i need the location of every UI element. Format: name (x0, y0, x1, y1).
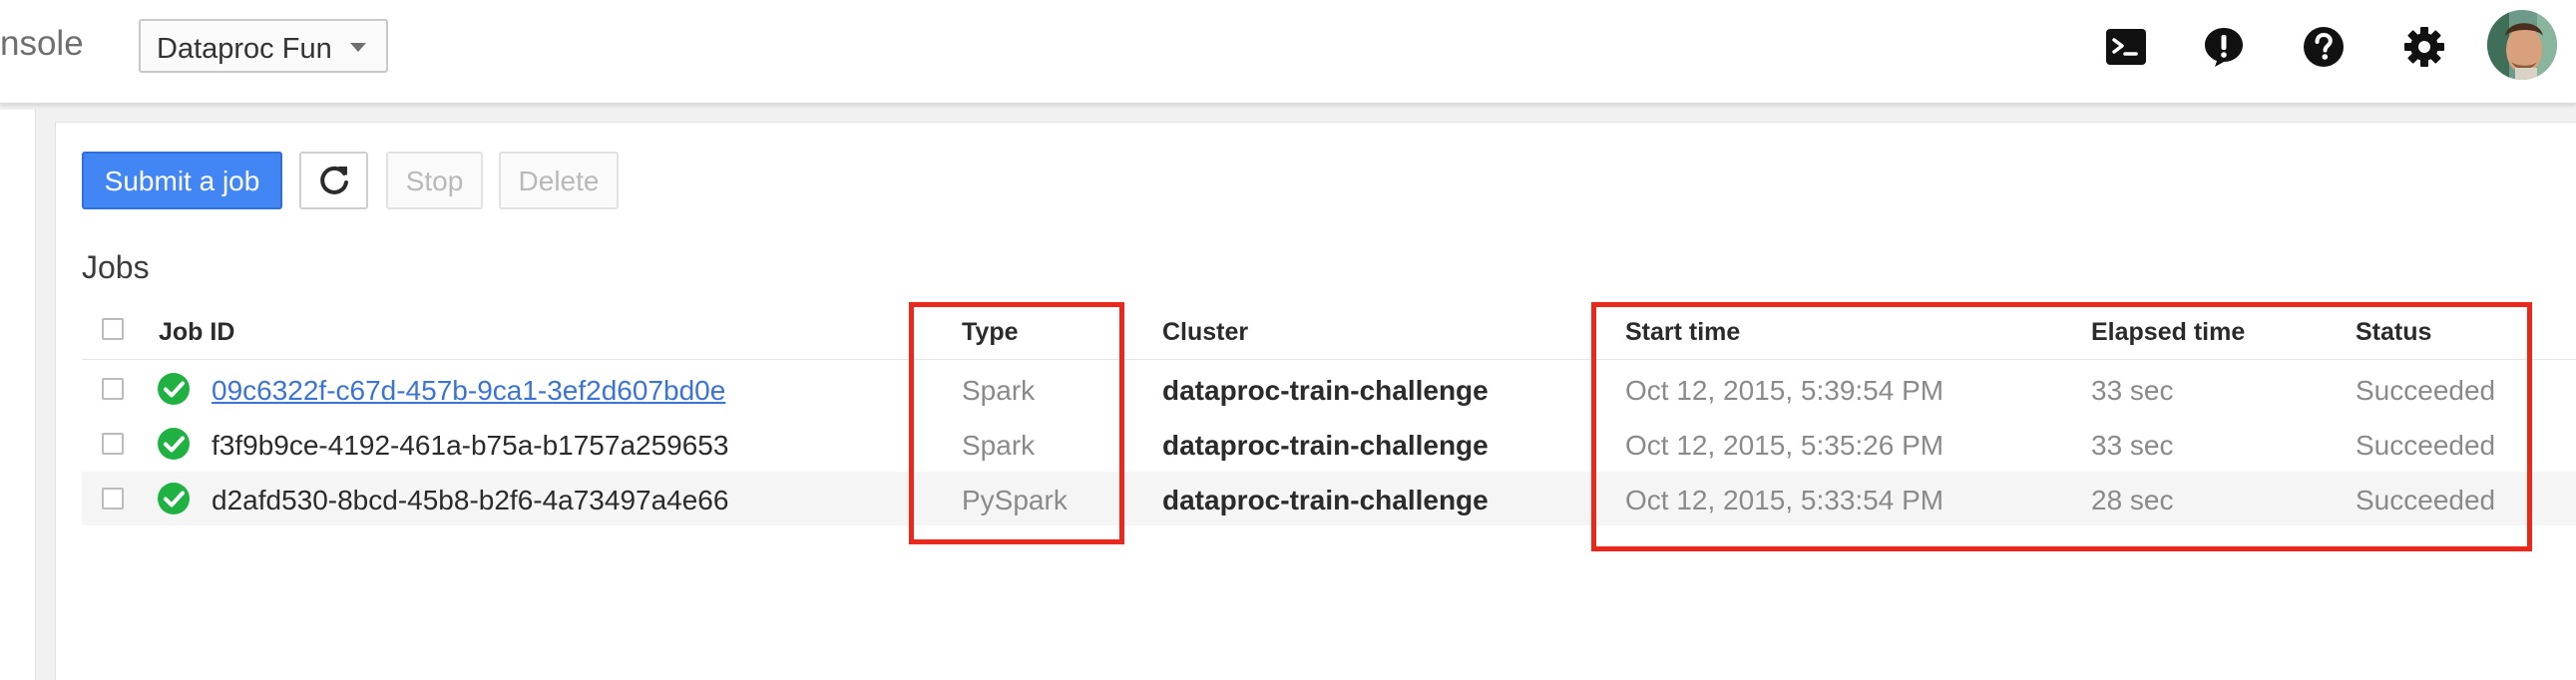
row-checkbox[interactable] (102, 488, 124, 510)
console-page: nsole Dataproc Fun Submit a job Stop Del… (0, 0, 2576, 680)
stop-button[interactable]: Stop (386, 152, 483, 209)
job-elapsed-time: 33 sec (2091, 430, 2174, 461)
job-type: Spark (962, 430, 1036, 461)
job-status: Succeeded (2356, 375, 2496, 406)
delete-button[interactable]: Delete (499, 152, 619, 209)
project-selector[interactable]: Dataproc Fun (139, 19, 388, 73)
table-row[interactable]: 09c6322f-c67d-457b-9ca1-3ef2d607bd0e Spa… (82, 362, 2576, 416)
job-elapsed-time: 28 sec (2091, 485, 2174, 515)
app-title: nsole (0, 24, 84, 63)
help-icon[interactable] (2303, 26, 2345, 68)
header-job-id[interactable]: Job ID (159, 318, 234, 347)
job-id[interactable]: f3f9b9ce-4192-461a-b75a-b1757a259653 (212, 430, 728, 462)
job-start-time: Oct 12, 2015, 5:33:54 PM (1625, 485, 1944, 515)
row-checkbox[interactable] (102, 433, 124, 455)
table-row[interactable]: f3f9b9ce-4192-461a-b75a-b1757a259653 Spa… (82, 417, 2576, 471)
job-status: Succeeded (2356, 430, 2496, 461)
header-cluster[interactable]: Cluster (1162, 318, 1248, 347)
job-start-time: Oct 12, 2015, 5:35:26 PM (1625, 430, 1944, 461)
project-selector-label: Dataproc Fun (157, 33, 332, 65)
table-row[interactable]: d2afd530-8bcd-45b8-b2f6-4a73497a4e66 PyS… (82, 472, 2576, 525)
job-cluster: dataproc-train-challenge (1162, 485, 1489, 515)
submit-job-button[interactable]: Submit a job (82, 152, 282, 209)
job-start-time: Oct 12, 2015, 5:39:54 PM (1625, 375, 1944, 406)
job-cluster: dataproc-train-challenge (1162, 430, 1489, 461)
left-nav-strip (0, 110, 36, 680)
header-elapsed-time[interactable]: Elapsed time (2091, 318, 2245, 347)
success-check-icon (158, 428, 190, 460)
header-status[interactable]: Status (2356, 318, 2431, 347)
section-title: Jobs (82, 249, 150, 285)
job-id-link[interactable]: 09c6322f-c67d-457b-9ca1-3ef2d607bd0e (212, 375, 725, 407)
refresh-icon (320, 166, 348, 194)
job-cluster: dataproc-train-challenge (1162, 375, 1489, 406)
header-start-time[interactable]: Start time (1625, 318, 1740, 347)
table-header: Job ID Type Cluster Start time Elapsed t… (82, 304, 2576, 360)
chevron-down-icon (350, 43, 366, 52)
success-check-icon (158, 373, 190, 405)
job-type: Spark (962, 375, 1036, 406)
success-check-icon (158, 483, 190, 514)
cloud-shell-icon[interactable] (2105, 26, 2147, 68)
job-type: PySpark (962, 485, 1068, 515)
refresh-button[interactable] (299, 152, 368, 209)
select-all-checkbox[interactable] (102, 318, 124, 340)
job-status: Succeeded (2356, 485, 2496, 515)
job-elapsed-time: 33 sec (2091, 375, 2174, 406)
settings-icon[interactable] (2403, 26, 2445, 68)
avatar[interactable] (2487, 10, 2557, 80)
header-type[interactable]: Type (962, 318, 1019, 347)
job-id[interactable]: d2afd530-8bcd-45b8-b2f6-4a73497a4e66 (212, 485, 728, 516)
top-bar: nsole Dataproc Fun (0, 0, 2576, 104)
notifications-icon[interactable] (2203, 26, 2245, 68)
row-checkbox[interactable] (102, 378, 124, 400)
